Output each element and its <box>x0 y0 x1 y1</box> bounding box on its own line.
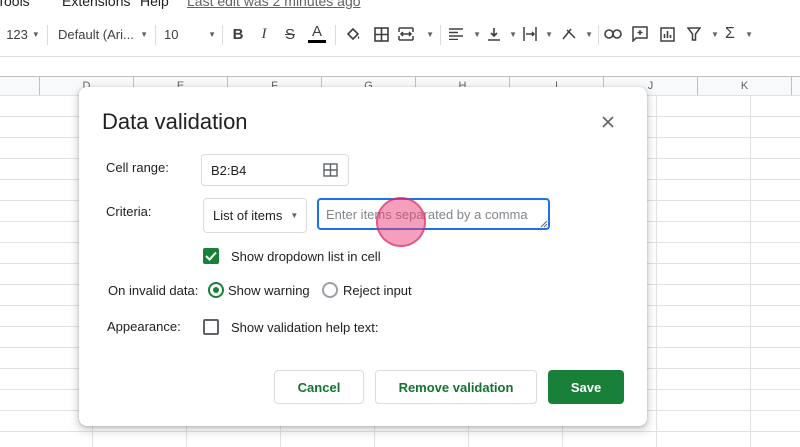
cell-range-value: B2:B4 <box>211 163 247 178</box>
font-family-label: Default (Ari... <box>58 26 134 42</box>
caret-down-icon: ▼ <box>509 29 517 39</box>
filter-icon[interactable] <box>684 12 704 56</box>
text-rotation-icon[interactable]: ▼ <box>561 12 593 56</box>
show-dropdown-label: Show dropdown list in cell <box>231 249 381 264</box>
formula-bar <box>0 56 800 77</box>
reject-input-radio[interactable] <box>322 282 338 298</box>
caret-down-icon: ▼ <box>745 29 753 39</box>
toolbar-divider <box>335 25 336 45</box>
toolbar-divider <box>155 25 156 45</box>
invalid-data-label: On invalid data: <box>108 283 199 298</box>
checkmark-icon <box>205 251 217 261</box>
font-size-label: 10 <box>164 26 179 42</box>
remove-validation-button[interactable]: Remove validation <box>375 370 537 404</box>
caret-down-icon: ▼ <box>711 29 719 39</box>
help-text-label: Show validation help text: <box>231 320 379 335</box>
reject-input-label: Reject input <box>343 283 412 298</box>
toolbar-divider <box>47 25 48 45</box>
toolbar-divider <box>222 25 223 45</box>
close-icon <box>602 116 614 128</box>
menu-item-extensions[interactable]: Extensions <box>62 0 130 9</box>
dialog-title: Data validation <box>102 109 248 134</box>
criteria-label: Criteria: <box>106 204 152 219</box>
functions-icon[interactable]: Σ ▼ <box>725 12 753 56</box>
chart-icon[interactable] <box>657 12 677 56</box>
horizontal-align-icon[interactable]: ▼ <box>449 12 481 56</box>
data-validation-dialog: Data validation Cell range: B2:B4 Criter… <box>79 87 647 426</box>
menu-bar: Tools Extensions Help Last edit was 2 mi… <box>0 0 800 10</box>
comment-icon[interactable] <box>630 12 650 56</box>
cancel-button[interactable]: Cancel <box>274 370 364 404</box>
strikethrough-icon[interactable]: S <box>280 12 300 56</box>
menu-item-tools[interactable]: Tools <box>0 0 30 9</box>
cell-range-label: Cell range: <box>106 160 169 175</box>
filter-dropdown[interactable]: ▼ <box>706 12 720 56</box>
help-text-checkbox[interactable] <box>203 319 219 335</box>
show-warning-label: Show warning <box>228 283 310 298</box>
fill-color-icon[interactable] <box>343 12 363 56</box>
show-warning-radio[interactable] <box>208 282 224 298</box>
toolbar: 123 ▼ Default (Ari... ▼ 10 ▼ B I S A ▼ ▼ ▼ … <box>0 12 800 56</box>
vertical-align-icon[interactable]: ▼ <box>487 12 517 56</box>
caret-down-icon: ▼ <box>545 29 553 39</box>
link-icon[interactable] <box>603 12 623 56</box>
toolbar-divider <box>440 25 441 45</box>
text-wrap-icon[interactable]: ▼ <box>523 12 553 56</box>
cell-range-field[interactable]: B2:B4 <box>201 154 349 186</box>
italic-icon[interactable]: I <box>254 12 274 56</box>
caret-down-icon: ▼ <box>208 29 216 39</box>
text-color-icon[interactable]: A <box>306 12 328 56</box>
resize-grip-icon[interactable] <box>540 220 548 228</box>
save-button[interactable]: Save <box>548 370 624 404</box>
menu-item-help[interactable]: Help <box>140 0 169 9</box>
caret-down-icon: ▼ <box>426 29 434 39</box>
borders-icon[interactable] <box>371 12 391 56</box>
caret-down-icon: ▼ <box>585 29 593 39</box>
click-indicator <box>376 197 426 247</box>
caret-down-icon: ▼ <box>290 211 299 220</box>
last-edit-link[interactable]: Last edit was 2 minutes ago <box>187 0 361 9</box>
criteria-select[interactable]: List of items ▼ <box>203 198 307 233</box>
merge-cells-icon[interactable]: ▼ <box>398 12 434 56</box>
caret-down-icon: ▼ <box>473 29 481 39</box>
caret-down-icon: ▼ <box>140 29 148 39</box>
appearance-label: Appearance: <box>107 319 181 334</box>
list-items-input[interactable] <box>317 198 550 230</box>
criteria-value: List of items <box>213 208 283 223</box>
number-format-button[interactable]: 123 ▼ <box>6 12 40 56</box>
column-header-k[interactable]: K <box>698 77 792 95</box>
select-range-icon[interactable] <box>323 163 338 182</box>
toolbar-divider <box>598 25 599 45</box>
caret-down-icon: ▼ <box>31 29 40 39</box>
close-button[interactable] <box>596 110 620 134</box>
font-size-select[interactable]: 10 ▼ <box>164 12 216 56</box>
show-dropdown-checkbox[interactable] <box>203 248 219 264</box>
font-family-select[interactable]: Default (Ari... ▼ <box>58 12 148 56</box>
bold-icon[interactable]: B <box>228 12 248 56</box>
column-header-stub <box>0 77 40 95</box>
number-format-label: 123 <box>6 26 28 42</box>
